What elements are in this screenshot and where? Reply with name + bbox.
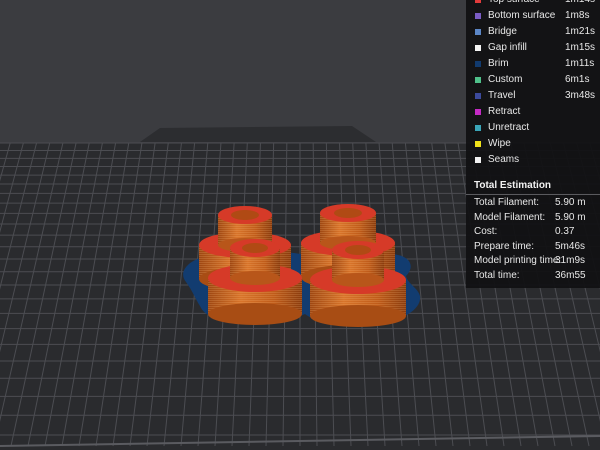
estimation-label: Model printing time: (474, 255, 562, 266)
color-swatch-icon (475, 61, 481, 67)
legend-item: Unretract (466, 121, 600, 137)
color-swatch-icon (475, 29, 481, 35)
legend-time: 1m11s (565, 58, 595, 69)
legend-item: Brim 1m11s (466, 57, 600, 73)
legend-item: Wipe (466, 137, 600, 153)
legend-label: Retract (488, 106, 521, 117)
estimation-row: Cost: 0.37 (466, 226, 600, 240)
legend-label: Top surface (488, 0, 540, 5)
legend-time: 1m8s (565, 10, 590, 21)
legend-time: 1m14s (565, 0, 595, 5)
estimation-value: 0.37 (555, 226, 575, 237)
estimation-value: 5.90 m (555, 197, 586, 208)
estimation-value: 5.90 m (555, 211, 586, 223)
legend-item: Bottom surface 1m8s (466, 9, 600, 25)
estimation-label: Prepare time: (474, 240, 535, 252)
legend-label: Seams (488, 154, 520, 165)
estimation-row: Total time: 36m55 (466, 270, 600, 284)
estimation-header: Total Estimation (466, 180, 600, 194)
legend-item: Custom 6m1s (466, 73, 600, 89)
legend-item: Top surface 1m14s (466, 0, 600, 9)
legend-time: 6m1s (565, 74, 590, 85)
color-swatch-icon (475, 109, 481, 115)
legend-item: Bridge 1m21s (466, 25, 600, 41)
estimation-row: Model printing time: 31m9s (466, 255, 600, 269)
estimation-value: 36m55 (555, 269, 586, 281)
estimation-label: Total Filament: (474, 197, 540, 208)
legend-label: Travel (488, 90, 516, 101)
legend-label: Unretract (488, 122, 530, 133)
legend-time: 1m15s (565, 42, 596, 53)
color-swatch-icon (475, 0, 481, 3)
estimation-divider (466, 194, 600, 195)
legend-label: Brim (488, 58, 509, 69)
color-swatch-icon (475, 77, 481, 83)
color-swatch-icon (475, 141, 481, 147)
legend-time: 1m21s (565, 26, 596, 37)
estimation-row: Total Filament: 5.90 m (466, 197, 600, 211)
legend-label: Custom (488, 74, 523, 85)
legend-item: Seams (466, 153, 600, 169)
color-swatch-icon (475, 93, 481, 99)
estimation-value: 5m46s (555, 240, 586, 252)
legend-label: Bottom surface (488, 10, 556, 21)
legend-label: Gap infill (488, 42, 527, 53)
estimation-row: Model Filament: 5.90 m (466, 212, 600, 226)
estimation-label: Cost: (474, 226, 498, 237)
legend-item: Retract (466, 105, 600, 121)
color-swatch-icon (475, 45, 481, 51)
legend-label: Bridge (488, 26, 517, 37)
legend-panel: Top surface 1m14s Bottom surface 1m8s Bridge… (466, 0, 600, 288)
estimation-row: Prepare time: 5m46s (466, 241, 600, 255)
legend-label: Wipe (488, 138, 511, 149)
bed-back-edge (140, 126, 376, 142)
estimation-label: Total time: (474, 269, 520, 281)
color-swatch-icon (475, 125, 481, 131)
estimation-label: Model Filament: (474, 211, 546, 223)
estimation-value: 31m9s (555, 255, 586, 266)
legend-time: 3m48s (565, 90, 596, 101)
estimation-title: Total Estimation (474, 180, 552, 191)
color-swatch-icon (475, 157, 481, 163)
legend-item: Travel 3m48s (466, 89, 600, 105)
color-swatch-icon (475, 13, 481, 19)
legend-item: Gap infill 1m15s (466, 41, 600, 57)
